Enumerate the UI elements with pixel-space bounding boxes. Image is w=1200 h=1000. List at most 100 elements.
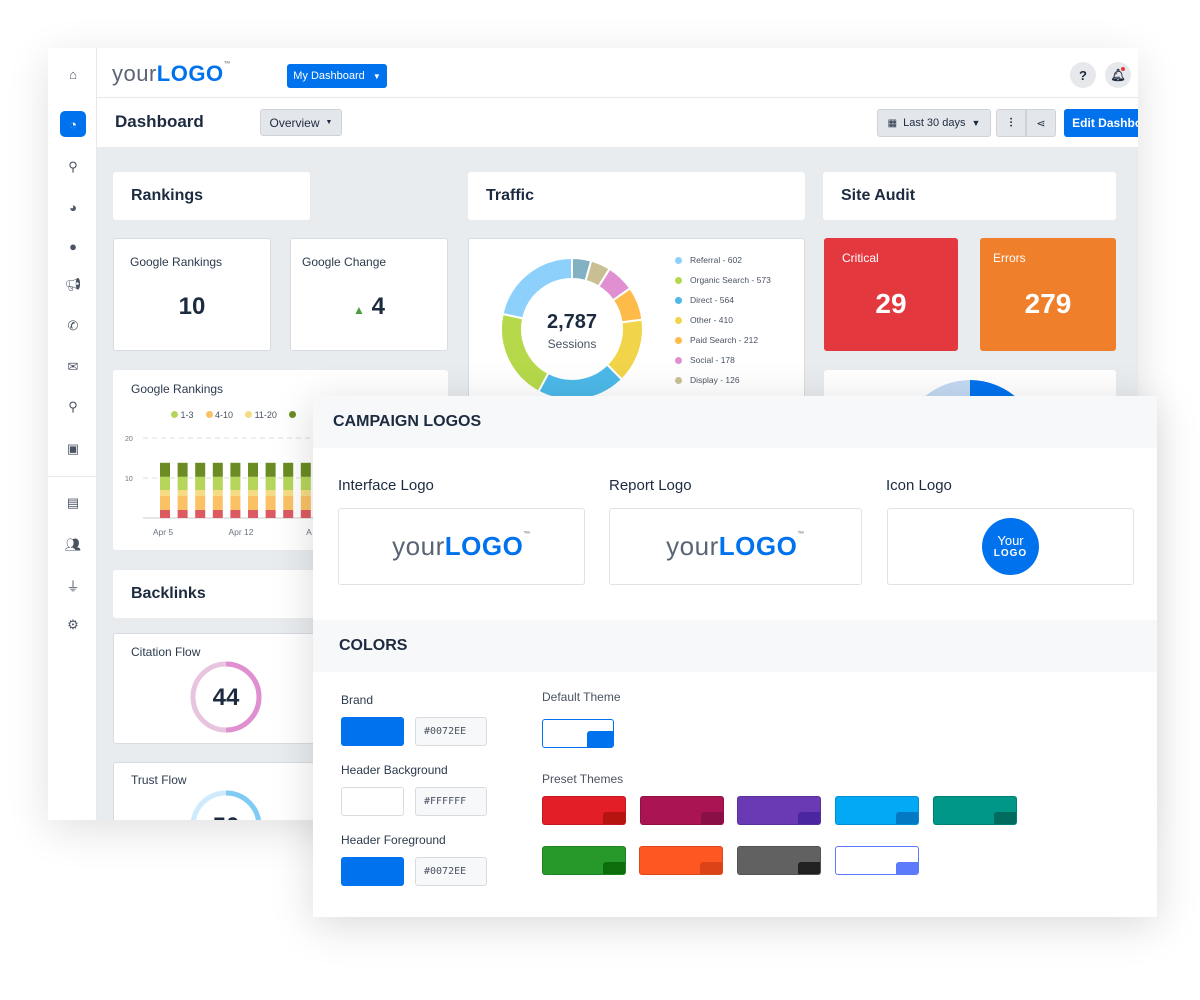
bar-segment[interactable] xyxy=(177,496,188,510)
bar-segment[interactable] xyxy=(212,476,223,490)
sidebar-item-users[interactable]: 👥︎ xyxy=(60,532,86,558)
icon-logo-upload[interactable]: Your LOGO xyxy=(887,508,1134,585)
bar-segment[interactable] xyxy=(160,490,170,496)
citation-flow-card[interactable]: Citation Flow 44 xyxy=(113,633,343,744)
bar-segment[interactable] xyxy=(195,476,206,490)
donut-slice-direct[interactable] xyxy=(537,363,624,401)
x-tick-label: Apr 12 xyxy=(228,527,253,537)
bar-segment[interactable] xyxy=(300,476,311,490)
bar-segment[interactable] xyxy=(212,496,223,510)
bar-segment[interactable] xyxy=(212,490,223,496)
sidebar-item-plugins[interactable]: ⏚ xyxy=(60,572,86,598)
errors-card[interactable]: Errors 279 xyxy=(980,238,1116,351)
bar-segment[interactable] xyxy=(230,490,241,496)
header-bg-swatch[interactable] xyxy=(341,787,404,816)
bar-segment[interactable] xyxy=(265,490,276,496)
preset-theme-swatch[interactable] xyxy=(737,796,821,825)
bar-segment[interactable] xyxy=(177,490,188,496)
view-select[interactable]: Overview ▼ xyxy=(260,109,342,136)
preset-theme-swatch[interactable] xyxy=(542,846,626,875)
bar-segment[interactable] xyxy=(195,462,206,477)
bar-segment[interactable] xyxy=(300,490,311,496)
preset-theme-swatch[interactable] xyxy=(835,846,919,875)
report-logo-upload[interactable]: yourLOGO™ xyxy=(609,508,862,585)
bar-segment[interactable] xyxy=(265,496,276,510)
bar-segment[interactable] xyxy=(160,476,170,490)
preset-theme-swatch[interactable] xyxy=(542,796,626,825)
sidebar-item-home[interactable]: ⌂ xyxy=(60,61,86,87)
bar-segment[interactable] xyxy=(300,510,311,518)
bar-segment[interactable] xyxy=(283,476,294,490)
edit-dashboard-button[interactable]: Edit Dashboard xyxy=(1064,109,1138,137)
sidebar-item-search[interactable]: ⚲ xyxy=(60,154,86,180)
notifications-button[interactable]: 🔔︎ xyxy=(1105,62,1131,88)
bar-segment[interactable] xyxy=(265,510,276,518)
donut-slice-referral[interactable] xyxy=(501,256,573,320)
sidebar-item-settings[interactable]: ⚙ xyxy=(60,612,86,638)
sidebar-item-campaigns[interactable]: 📢︎ xyxy=(60,272,86,298)
sidebar-item-location[interactable]: ⚲ xyxy=(60,394,86,420)
bar-segment[interactable] xyxy=(283,462,294,477)
share-button[interactable]: ⋖ xyxy=(1026,109,1056,137)
bar-segment[interactable] xyxy=(248,462,258,477)
bar-segment[interactable] xyxy=(177,510,188,518)
sidebar-item-calls[interactable]: ✆ xyxy=(60,313,86,339)
bar-segment[interactable] xyxy=(195,510,206,518)
preset-theme-swatch[interactable] xyxy=(835,796,919,825)
bar-segment[interactable] xyxy=(160,462,170,477)
brand-color-swatch[interactable] xyxy=(341,717,404,746)
bar-segment[interactable] xyxy=(265,476,276,490)
bar-segment[interactable] xyxy=(265,462,276,477)
bar-segment[interactable] xyxy=(283,496,294,510)
bar-segment[interactable] xyxy=(248,496,258,510)
bar-segment[interactable] xyxy=(212,462,223,477)
bar-segment[interactable] xyxy=(300,496,311,510)
header-fg-swatch[interactable] xyxy=(341,857,404,886)
bar-segment[interactable] xyxy=(230,510,241,518)
default-theme-swatch[interactable] xyxy=(542,719,614,748)
bar-segment[interactable] xyxy=(195,490,206,496)
google-change-card[interactable]: Google Change ▲ 4 xyxy=(290,238,448,351)
bar-segment[interactable] xyxy=(195,496,206,510)
bar-segment[interactable] xyxy=(230,476,241,490)
help-button[interactable]: ? xyxy=(1070,62,1096,88)
google-rankings-card[interactable]: Google Rankings 10 xyxy=(113,238,271,351)
site-audit-header: Site Audit xyxy=(823,172,1116,220)
preset-theme-swatch[interactable] xyxy=(640,796,724,825)
sidebar-item-chat[interactable]: ● xyxy=(60,233,86,259)
sidebar-item-dashboard[interactable]: ◔ xyxy=(60,111,86,137)
bar-segment[interactable] xyxy=(248,476,258,490)
bar-segment[interactable] xyxy=(230,462,241,477)
bar-segment[interactable] xyxy=(177,462,188,477)
sidebar-item-email[interactable]: ✉ xyxy=(60,354,86,380)
bar-segment[interactable] xyxy=(283,510,294,518)
sidebar-item-documents[interactable]: ▤ xyxy=(60,490,86,516)
dashboard-select[interactable]: My Dashboard ▼ xyxy=(287,64,387,88)
up-arrow-icon: ▲ xyxy=(353,303,365,317)
trust-flow-card[interactable]: Trust Flow 50 xyxy=(113,762,343,820)
bar-segment[interactable] xyxy=(160,510,170,518)
bar-segment[interactable] xyxy=(283,490,294,496)
date-range-select[interactable]: ▦ Last 30 days ▼ xyxy=(877,109,991,137)
preset-theme-swatch[interactable] xyxy=(737,846,821,875)
brand-color-input[interactable]: #0072EE xyxy=(415,717,487,746)
header-fg-input[interactable]: #0072EE xyxy=(415,857,487,886)
bar-segment[interactable] xyxy=(300,462,311,477)
bar-segment[interactable] xyxy=(212,510,223,518)
bar-segment[interactable] xyxy=(248,510,258,518)
interface-logo-upload[interactable]: yourLOGO™ xyxy=(338,508,585,585)
filter-button[interactable]: ⫶ xyxy=(996,109,1026,137)
preset-theme-swatch[interactable] xyxy=(933,796,1017,825)
header-bg-input[interactable]: #FFFFFF xyxy=(415,787,487,816)
critical-card[interactable]: Critical 29 xyxy=(824,238,958,351)
bar-segment[interactable] xyxy=(230,496,241,510)
bar-segment[interactable] xyxy=(177,476,188,490)
sidebar-item-reports[interactable]: ◕ xyxy=(60,194,86,220)
campaign-logos-header: CAMPAIGN LOGOS xyxy=(313,396,1157,448)
preset-theme-swatch[interactable] xyxy=(639,846,723,875)
rankings-header: Rankings xyxy=(113,172,310,220)
sidebar-item-integrations[interactable]: ▣ xyxy=(60,436,86,462)
bar-segment[interactable] xyxy=(160,496,170,510)
bar-segment[interactable] xyxy=(248,490,258,496)
legend-label: Organic Search - 573 xyxy=(690,275,771,285)
